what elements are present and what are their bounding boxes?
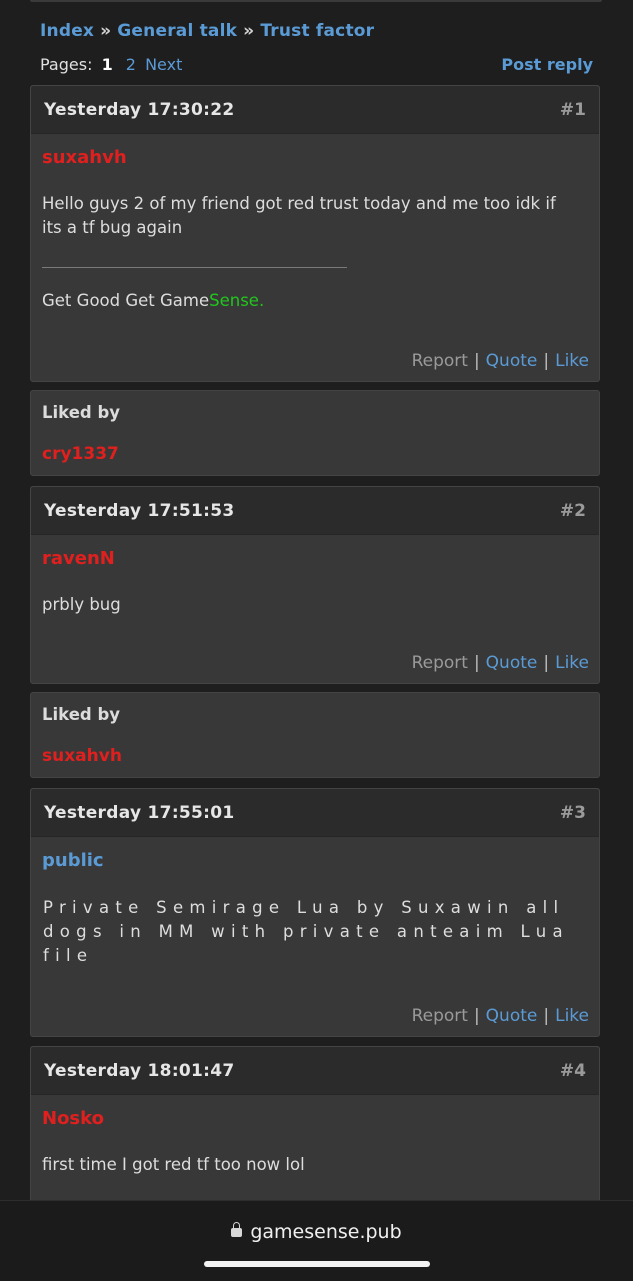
pagination-next-link[interactable]: Next xyxy=(145,55,182,74)
like-link[interactable]: Like xyxy=(555,653,589,673)
post-number-link[interactable]: #4 xyxy=(560,1061,586,1081)
post-header: Yesterday 18:01:47 #4 xyxy=(31,1047,599,1095)
liked-by-panel: Liked by cry1337 xyxy=(30,390,600,476)
liked-by-label: Liked by xyxy=(42,403,121,422)
lock-icon xyxy=(231,1222,243,1237)
post-header: Yesterday 17:51:53 #2 xyxy=(31,487,599,535)
breadcrumb-index-link[interactable]: Index xyxy=(40,21,94,41)
liked-by-user-link[interactable]: suxahvh xyxy=(42,746,122,766)
post-message: first time I got red tf too now lol xyxy=(42,1155,305,1174)
pagination-current-page: 1 xyxy=(101,55,113,74)
quote-link[interactable]: Quote xyxy=(486,1006,538,1026)
post-number-link[interactable]: #2 xyxy=(560,501,586,521)
post-number-link[interactable]: #1 xyxy=(560,100,586,120)
post-timestamp: Yesterday 17:55:01 xyxy=(44,802,235,823)
post-author-link[interactable]: Nosko xyxy=(42,1108,104,1129)
post-message: Private Semirage Lua by Suxawin all dogs… xyxy=(43,898,569,965)
post-author-link[interactable]: suxahvh xyxy=(42,147,127,168)
post-signature: Get Good Get GameSense. xyxy=(42,291,264,310)
report-link[interactable]: Report xyxy=(412,351,468,371)
post-actions: Report | Quote | Like xyxy=(412,653,589,673)
breadcrumb-trust-factor-link[interactable]: Trust factor xyxy=(260,21,374,41)
liked-by-panel: Liked by suxahvh xyxy=(30,692,600,778)
signature-highlight: Sense. xyxy=(209,291,265,310)
post-reply-button[interactable]: Post reply xyxy=(501,55,593,74)
report-link[interactable]: Report xyxy=(412,653,468,673)
pagination-page-2-link[interactable]: 2 xyxy=(126,55,136,74)
post-header: Yesterday 17:30:22 #1 xyxy=(31,86,599,134)
like-link[interactable]: Like xyxy=(555,351,589,371)
post-timestamp: Yesterday 17:51:53 xyxy=(44,500,235,521)
action-separator: | xyxy=(543,1006,550,1026)
breadcrumb-separator: » xyxy=(100,21,112,41)
quote-link[interactable]: Quote xyxy=(486,653,538,673)
post: Yesterday 17:51:53 #2 ravenN prbly bug R… xyxy=(30,486,600,684)
signature-text: Get Good Get Game xyxy=(42,291,210,310)
post-actions: Report | Quote | Like xyxy=(412,1006,589,1026)
post-actions: Report | Quote | Like xyxy=(412,351,589,371)
liked-by-label: Liked by xyxy=(42,705,121,724)
post-timestamp: Yesterday 18:01:47 xyxy=(44,1060,235,1081)
top-separator xyxy=(30,0,602,2)
post-header: Yesterday 17:55:01 #3 xyxy=(31,789,599,837)
post-author-link[interactable]: public xyxy=(42,850,104,871)
post-message: Hello guys 2 of my friend got red trust … xyxy=(42,194,556,237)
breadcrumb: Index» General talk» Trust factor xyxy=(40,21,374,41)
report-link[interactable]: Report xyxy=(412,1006,468,1026)
home-indicator[interactable] xyxy=(204,1261,430,1267)
post-number-link[interactable]: #3 xyxy=(560,803,586,823)
action-separator: | xyxy=(543,653,550,673)
quote-link[interactable]: Quote xyxy=(486,351,538,371)
post: Yesterday 17:55:01 #3 public Private Sem… xyxy=(30,788,600,1037)
pagination-label: Pages: xyxy=(40,55,93,74)
browser-address-bar: gamesense.pub xyxy=(0,1200,633,1281)
action-separator: | xyxy=(473,1006,480,1026)
post: Yesterday 17:30:22 #1 suxahvh Hello guys… xyxy=(30,85,600,382)
breadcrumb-separator: » xyxy=(243,21,255,41)
action-separator: | xyxy=(473,351,480,371)
pagination: Pages: 1 2 Next xyxy=(40,55,182,74)
liked-by-user-link[interactable]: cry1337 xyxy=(42,444,119,464)
action-separator: | xyxy=(543,351,550,371)
signature-divider xyxy=(42,267,347,268)
action-separator: | xyxy=(473,653,480,673)
post-timestamp: Yesterday 17:30:22 xyxy=(44,99,235,120)
like-link[interactable]: Like xyxy=(555,1006,589,1026)
breadcrumb-general-talk-link[interactable]: General talk xyxy=(117,21,237,41)
url-display[interactable]: gamesense.pub xyxy=(0,1221,633,1243)
post-message: prbly bug xyxy=(42,595,121,614)
url-text: gamesense.pub xyxy=(250,1221,402,1243)
post-author-link[interactable]: ravenN xyxy=(42,548,115,569)
